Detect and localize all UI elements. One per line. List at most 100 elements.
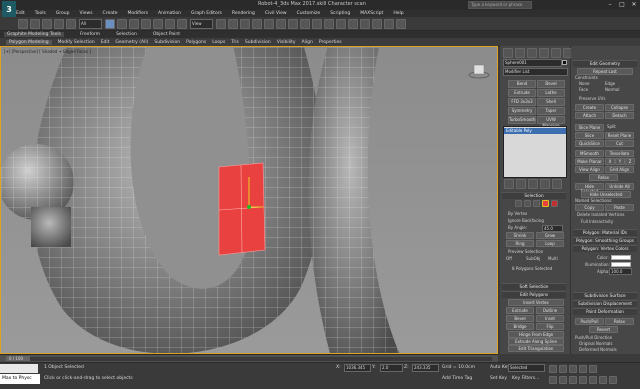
layer-icon[interactable] <box>312 18 322 29</box>
subdivision-displacement-rollout-header[interactable]: Subdivision Displacement <box>573 300 637 307</box>
preview-multi-radio[interactable]: Multi <box>548 256 558 261</box>
polygon-mode-icon[interactable] <box>542 200 549 207</box>
hide-unselected-button[interactable]: Hide Unselected <box>581 191 631 198</box>
configure-sets-icon[interactable] <box>552 179 562 189</box>
menu-modifiers[interactable]: Modifiers <box>128 11 149 16</box>
rotate-icon[interactable] <box>165 18 175 29</box>
play-icon[interactable] <box>569 365 577 373</box>
modifier-list-dropdown[interactable]: Modifier List <box>503 68 568 76</box>
tab-object-paint[interactable]: Object Paint <box>153 32 180 37</box>
maximize-viewport-icon[interactable] <box>609 376 617 384</box>
tab-selection[interactable]: Selection <box>116 32 137 37</box>
cut-button[interactable]: Cut <box>605 140 634 147</box>
lathe-button[interactable]: Lathe <box>537 89 565 97</box>
menu-edit[interactable]: Edit <box>16 11 25 16</box>
shrink-button[interactable]: Shrink <box>506 232 534 239</box>
delete-isolated-checkbox[interactable]: Delete Isolated Vertices <box>577 212 624 217</box>
curve-editor-icon[interactable] <box>336 18 346 29</box>
unhide-all-button[interactable]: Unhide All <box>605 183 634 190</box>
zoom-all-icon[interactable] <box>559 376 567 384</box>
paint-relax-button[interactable]: Relax <box>605 318 634 325</box>
menu-rendering[interactable]: Rendering <box>232 11 255 16</box>
ribbon-edit[interactable]: Edit <box>101 40 110 45</box>
object-color-swatch[interactable] <box>562 60 567 65</box>
attach-button[interactable]: Attach <box>575 112 604 119</box>
make-unique-icon[interactable] <box>528 179 538 189</box>
remove-modifier-icon[interactable] <box>540 179 550 189</box>
previous-frame-icon[interactable] <box>559 365 567 373</box>
vertex-colors-rollout-header[interactable]: Polygon: Vertex Colors <box>573 245 637 252</box>
inset-button[interactable]: Inset <box>536 315 564 322</box>
full-interactivity-checkbox[interactable]: Full Interactivity <box>581 219 613 224</box>
scale-icon[interactable] <box>177 18 187 29</box>
motion-tab-icon[interactable] <box>539 48 549 58</box>
modify-tab-icon[interactable] <box>515 48 525 58</box>
collapse-button[interactable]: Collapse <box>605 104 634 111</box>
constraint-face-radio[interactable]: Face <box>579 87 588 92</box>
help-search-input[interactable]: Type a keyword or phrase <box>468 1 532 9</box>
view-align-button[interactable]: View Align <box>575 166 604 173</box>
set-key-button[interactable]: Set Key <box>490 376 507 381</box>
ribbon-tris[interactable]: Tris <box>231 40 239 45</box>
color-swatch[interactable] <box>611 255 631 260</box>
timeline-track[interactable] <box>6 357 492 361</box>
maxscript-listener-output[interactable] <box>0 364 38 373</box>
illumination-swatch[interactable] <box>611 262 631 267</box>
ribbon-subdivision-2[interactable]: Subdivision <box>245 40 271 45</box>
grow-button[interactable]: Grow <box>536 232 564 239</box>
ribbon-polygon-modeling[interactable]: Polygon Modeling <box>6 39 52 45</box>
preview-subobj-radio[interactable]: SubObj <box>526 256 540 261</box>
detach-button[interactable]: Detach <box>605 112 634 119</box>
next-frame-icon[interactable] <box>579 365 587 373</box>
ribbon-visibility[interactable]: Visibility <box>277 40 296 45</box>
menu-graph-editors[interactable]: Graph Editors <box>191 11 222 16</box>
material-icon[interactable] <box>360 18 370 29</box>
ribbon-properties[interactable]: Properties <box>319 40 342 45</box>
hierarchy-tab-icon[interactable] <box>527 48 537 58</box>
menu-scripting[interactable]: Scripting <box>330 11 350 16</box>
shell-button[interactable]: Shell <box>537 98 565 106</box>
menu-animation[interactable]: Animation <box>158 11 181 16</box>
minimize-button[interactable]: – <box>604 0 616 9</box>
paste-button[interactable]: Paste <box>605 204 634 211</box>
copy-button[interactable]: Copy <box>575 204 604 211</box>
edit-geometry-rollout-header[interactable]: Edit Geometry <box>573 60 637 67</box>
menu-help[interactable]: Help <box>393 11 403 16</box>
orbit-icon[interactable] <box>599 376 607 384</box>
constraint-none-radio[interactable]: None <box>579 81 589 86</box>
menu-customize[interactable]: Customize <box>297 11 321 16</box>
ribbon-modify-selection[interactable]: Modify Selection <box>58 40 95 45</box>
percent-snap-icon[interactable] <box>252 18 262 29</box>
preserve-uvs-checkbox[interactable]: Preserve UVs <box>579 96 605 101</box>
viewport-scene[interactable] <box>1 47 498 354</box>
uvw-mapping-button[interactable]: UVW Mapping Cl... <box>537 116 565 134</box>
select-by-name-icon[interactable] <box>117 18 127 29</box>
flip-button[interactable]: Flip <box>536 323 564 330</box>
hide-selected-button[interactable]: Hide Selected <box>575 183 604 194</box>
reference-coord-dropdown[interactable]: View <box>190 18 213 29</box>
grid-align-button[interactable]: Grid Align <box>605 166 634 173</box>
revert-button[interactable]: Revert <box>589 326 618 333</box>
app-logo-icon[interactable]: 3 <box>2 1 16 18</box>
bind-icon[interactable] <box>66 18 76 29</box>
soft-selection-rollout-header[interactable]: Soft Selection <box>502 283 566 290</box>
unlink-icon[interactable] <box>54 18 64 29</box>
modifier-stack[interactable]: Editable Poly <box>503 126 567 178</box>
schematic-icon[interactable] <box>348 18 358 29</box>
reset-plane-button[interactable]: Reset Plane <box>605 132 634 139</box>
perspective-viewport[interactable]: [+] [Perspective] [ Shaded + Edged Faces… <box>0 46 498 354</box>
turbosmooth-button[interactable]: TurboSmooth <box>508 116 536 124</box>
key-filters-button[interactable]: Key Filters... <box>512 376 539 381</box>
symmetry-button[interactable]: Symmetry <box>508 107 536 115</box>
link-icon[interactable] <box>42 18 52 29</box>
go-to-start-icon[interactable] <box>549 365 557 373</box>
x-coordinate-field[interactable]: 1036.345 <box>344 364 371 372</box>
tab-freeform[interactable]: Freeform <box>80 32 100 37</box>
ribbon-geometry-all[interactable]: Geometry (All) <box>115 40 148 45</box>
alpha-value[interactable]: 100.0 <box>609 268 632 275</box>
align-icon[interactable] <box>300 18 310 29</box>
zoom-extents-icon[interactable] <box>569 376 577 384</box>
named-selection-icon[interactable] <box>276 18 286 29</box>
element-mode-icon[interactable] <box>551 200 558 207</box>
display-tab-icon[interactable] <box>551 48 561 58</box>
